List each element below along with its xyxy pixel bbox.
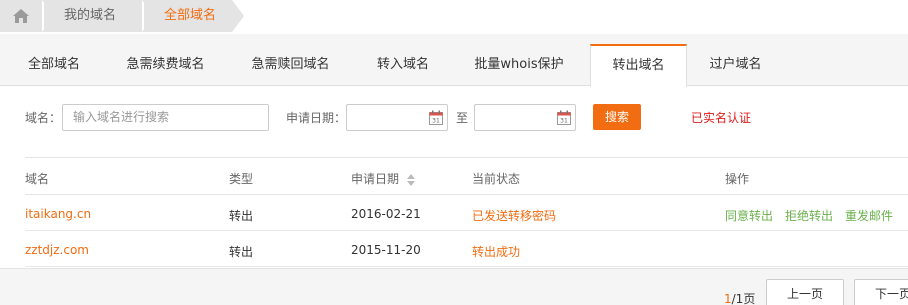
reject-transfer-link[interactable]: 拒绝转出	[785, 209, 833, 223]
row-status: 转出成功	[472, 245, 521, 259]
row-type: 转出	[229, 245, 254, 259]
date-separator: 至	[456, 111, 469, 125]
approve-transfer-link[interactable]: 同意转出	[725, 209, 773, 223]
pagination-bar: 1/1页 上一页 下一页	[0, 268, 908, 305]
resend-email-link[interactable]: 重发邮件	[845, 209, 893, 223]
table-row: zztdjz.com 转出 2015-11-20 转出成功	[25, 231, 908, 267]
domain-link[interactable]: itaikang.cn	[25, 207, 91, 221]
start-date-input[interactable]: 31	[346, 104, 448, 131]
tab-transfer-in[interactable]: 转入域名	[358, 44, 448, 86]
header-status: 当前状态	[472, 172, 521, 186]
page-indicator: 1/1页	[724, 290, 755, 305]
search-button[interactable]: 搜索	[593, 104, 641, 130]
home-icon	[13, 9, 29, 23]
calendar-icon[interactable]: 31	[429, 110, 443, 125]
breadcrumb: 我的域名 全部域名	[0, 0, 908, 34]
row-date: 2016-02-21	[351, 207, 421, 221]
header-domain: 域名	[25, 172, 50, 186]
row-actions: 同意转出 拒绝转出 重发邮件	[725, 207, 905, 224]
next-page-button[interactable]: 下一页	[854, 279, 908, 305]
domain-link[interactable]: zztdjz.com	[25, 243, 89, 257]
breadcrumb-my-domains[interactable]: 我的域名	[42, 0, 156, 32]
row-type: 转出	[229, 209, 254, 223]
date-label: 申请日期：	[286, 111, 347, 125]
tab-all-domains[interactable]: 全部域名	[0, 44, 108, 86]
calendar-icon[interactable]: 31	[557, 110, 571, 125]
tab-renew-urgent[interactable]: 急需续费域名	[108, 44, 223, 86]
table-row: itaikang.cn 转出 2016-02-21 已发送转移密码 同意转出 拒绝…	[25, 195, 908, 231]
row-date: 2015-11-20	[351, 243, 421, 257]
table-header: 域名 类型 申请日期 当前状态 操作	[25, 157, 908, 195]
breadcrumb-home[interactable]	[0, 0, 56, 32]
filter-bar: 域名： 输入域名进行搜索 申请日期： 31 至 31 搜索 已实名认证	[0, 87, 908, 157]
svg-text:31: 31	[432, 118, 440, 125]
header-apply-date-label: 申请日期	[351, 172, 400, 186]
header-apply-date[interactable]: 申请日期	[351, 170, 415, 187]
tab-transfer-out[interactable]: 转出域名	[590, 44, 687, 87]
realname-verified-link[interactable]: 已实名认证	[691, 109, 751, 126]
domain-label: 域名：	[25, 111, 62, 125]
total-pages: /1页	[731, 292, 756, 305]
sort-icon[interactable]	[406, 173, 415, 186]
tab-ownership-transfer[interactable]: 过户域名	[687, 44, 784, 86]
prev-page-button[interactable]: 上一页	[766, 279, 844, 305]
domain-search-input[interactable]: 输入域名进行搜索	[62, 104, 269, 131]
header-type: 类型	[229, 172, 254, 186]
svg-text:31: 31	[560, 118, 568, 125]
end-date-input[interactable]: 31	[474, 104, 576, 131]
tab-redeem-urgent[interactable]: 急需赎回域名	[223, 44, 358, 86]
breadcrumb-all-domains[interactable]: 全部域名	[142, 0, 244, 32]
tab-whois-protection[interactable]: 批量whois保护	[448, 44, 590, 86]
tab-bar: 全部域名 急需续费域名 急需赎回域名 转入域名 批量whois保护 转出域名 过…	[0, 34, 908, 87]
current-page: 1	[724, 292, 732, 305]
header-actions: 操作	[725, 172, 750, 186]
row-status: 已发送转移密码	[472, 209, 557, 223]
